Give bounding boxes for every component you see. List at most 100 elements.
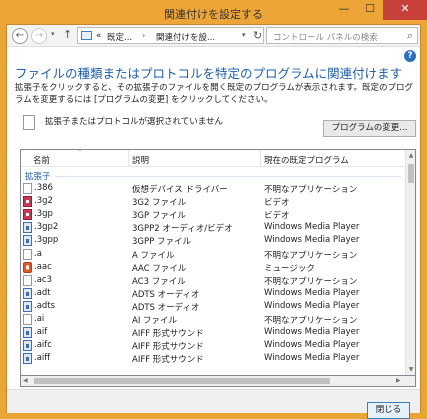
breadcrumb-default-programs[interactable]: 既定... [107,31,132,43]
file-type-icon [23,353,32,365]
table-row[interactable]: .aif AIFF 形式サウンド Windows Media Player [21,326,405,339]
table-row[interactable]: .aifc AIFF 形式サウンド Windows Media Player [21,339,405,352]
address-dropdown-icon[interactable]: ▾ [242,31,246,39]
footer-bar [7,389,420,413]
row-name-cell: .aifc [34,340,52,351]
file-type-icon [23,340,32,352]
row-program-cell: ビデオ [264,211,290,222]
group-header-extensions[interactable]: 拡張子 [25,170,51,182]
table-row[interactable]: .3gpp 3GPP ファイル Windows Media Player [21,234,405,247]
maximize-button[interactable]: ☐ [357,0,383,20]
row-name-cell: .a [34,248,42,259]
row-description-cell: 3G2 ファイル [132,198,187,209]
row-program-cell: 不明なアプリケーション [264,316,358,326]
file-type-icon [23,327,32,339]
table-row[interactable]: .ai AI ファイル 不明なアプリケーション [21,313,405,326]
row-program-cell: Windows Media Player [264,340,360,351]
document-icon [23,115,35,130]
row-name-cell: .3gp2 [34,222,59,233]
table-row[interactable]: .ac3 AC3 ファイル 不明なアプリケーション [21,274,405,287]
row-program-cell: Windows Media Player [264,287,360,298]
row-name-cell: .aif [34,327,48,338]
table-row[interactable]: .aiff AIFF 形式サウンド Windows Media Player [21,352,405,365]
breadcrumb-chevron-icon[interactable]: › [142,31,145,40]
file-type-icon [23,300,32,312]
row-name-cell: .386 [34,183,53,193]
breadcrumb-overflow[interactable]: « [96,31,101,41]
table-row[interactable]: .aac AAC ファイル ミュージック [21,261,405,274]
back-button[interactable]: ← [12,28,28,44]
group-divider [55,176,401,177]
scroll-down-icon[interactable]: ▼ [406,366,415,373]
row-program-cell: 不明なアプリケーション [264,276,358,287]
row-description-cell: AIFF 形式サウンド [132,355,204,366]
file-type-icon [23,196,32,208]
horizontal-scrollbar[interactable]: ◀ ▶ [20,376,416,387]
file-type-icon [23,235,32,247]
file-type-icon [23,314,32,325]
refresh-icon[interactable]: ↻ [253,29,262,42]
row-name-cell: .ac3 [34,274,52,285]
row-program-cell: Windows Media Player [264,353,360,364]
close-button[interactable]: 閉じる [367,402,410,419]
column-header-description[interactable]: 説明 [132,154,149,166]
address-bar[interactable]: « 既定... › 関連付けを設... ▾ ↻ [77,27,264,44]
help-icon[interactable]: ? [404,50,416,62]
row-name-cell: .3gpp [34,235,59,246]
row-description-cell: ADTS オーディオ [132,302,200,313]
row-description-cell: AAC ファイル [132,263,187,274]
search-icon: ⌕ [406,29,413,42]
row-name-cell: .aac [34,261,52,272]
table-row[interactable]: .386 仮想デバイス ドライバー 不明なアプリケーション [21,182,405,195]
scroll-left-icon[interactable]: ◀ [23,377,28,384]
forward-button[interactable]: → [31,28,47,44]
window-body: ← → ▾ ↑ « 既定... › 関連付けを設... ▾ ↻ コントロール パ… [6,24,421,413]
search-input[interactable]: コントロール パネルの検索 ⌕ [266,27,418,44]
close-window-button[interactable]: ✕ [383,0,427,20]
row-program-cell: Windows Media Player [264,235,360,246]
change-program-button[interactable]: プログラムの変更... [323,120,416,137]
table-row[interactable]: .adt ADTS オーディオ Windows Media Player [21,287,405,300]
recent-locations-icon[interactable]: ▾ [51,30,55,38]
column-divider[interactable] [260,150,261,166]
table-row[interactable]: .adts ADTS オーディオ Windows Media Player [21,300,405,313]
column-header-program[interactable]: 現在の既定プログラム [264,154,349,166]
row-name-cell: .adts [34,300,56,311]
file-type-icon [23,287,32,299]
scroll-right-icon[interactable]: ▶ [396,377,401,384]
row-description-cell: 3GPP2 オーディオ/ビデオ [132,224,233,235]
up-button[interactable]: ↑ [63,28,72,41]
page-title: ファイルの種類またはプロトコルを特定のプログラムに関連付けます [15,66,403,81]
sort-ascending-icon: ⌃ [77,149,83,156]
row-name-cell: .aiff [34,353,51,364]
row-name-cell: .adt [34,287,51,298]
horizontal-scroll-thumb[interactable] [34,378,330,384]
row-program-cell: ミュージック [264,263,315,274]
row-program-cell: 不明なアプリケーション [264,185,358,195]
row-description-cell: AIFF 形式サウンド [132,329,204,340]
table-row[interactable]: .a A ファイル 不明なアプリケーション [21,248,405,261]
table-row[interactable]: .3gp 3GP ファイル ビデオ [21,208,405,221]
table-row[interactable]: .3g2 3G2 ファイル ビデオ [21,195,405,208]
scroll-up-icon[interactable]: ▲ [406,152,415,159]
file-type-icon [23,183,32,194]
row-program-cell: Windows Media Player [264,327,360,338]
vertical-scrollbar[interactable]: ▲ ▼ [405,150,415,375]
row-description-cell: A ファイル [132,250,175,261]
row-description-cell: 3GP ファイル [132,211,186,222]
search-placeholder: コントロール パネルの検索 [273,33,378,43]
row-program-cell: ビデオ [264,198,290,209]
scroll-thumb[interactable] [408,164,414,183]
row-name-cell: .3gp [34,209,53,220]
associations-list[interactable]: 名前 ⌃ 説明 現在の既定プログラム 拡張子 .386 仮想デバイス ドライバー不… [20,149,416,376]
page-description: 拡張子をクリックすると、その拡張子のファイルを開く既定のプログラムが表示されます… [15,83,414,105]
column-header-name[interactable]: 名前 [33,154,50,166]
breadcrumb-set-associations[interactable]: 関連付けを設... [156,31,215,43]
minimize-button[interactable]: — [331,0,357,20]
row-program-cell: 不明なアプリケーション [264,250,358,261]
row-description-cell: 3GPP ファイル [132,237,191,248]
table-row[interactable]: .3gp2 3GPP2 オーディオ/ビデオ Windows Media Player [21,221,405,234]
selection-status: 拡張子またはプロトコルが選択されていません [45,117,223,127]
column-divider[interactable] [128,150,129,166]
control-panel-icon [81,31,92,40]
